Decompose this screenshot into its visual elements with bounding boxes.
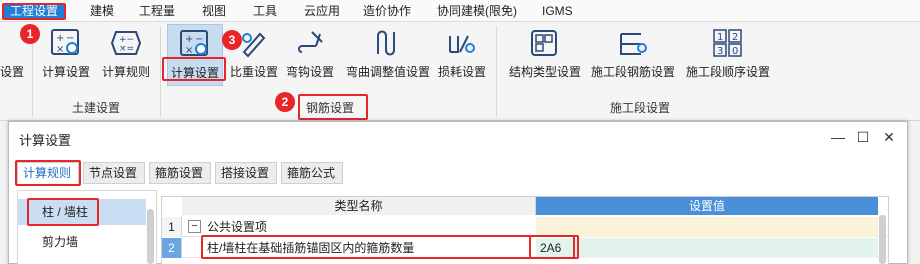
civil-calc-settings-label: 计算设置: [41, 65, 90, 79]
section-rebar-settings-button[interactable]: 施工段钢筋设置: [588, 24, 678, 86]
section-order-label: 施工段顺序设置: [685, 65, 770, 79]
civil-group-label: 土建设置: [72, 101, 121, 115]
menu-view[interactable]: 视图: [196, 3, 232, 20]
row-number: 2: [162, 238, 182, 258]
weight-settings-label: 比重设置: [229, 65, 278, 79]
structure-type-label: 结构类型设置: [508, 65, 581, 79]
row-name: 公共设置项: [207, 220, 268, 234]
section-rebar-icon: [620, 33, 647, 55]
svg-text:×=: ×=: [119, 44, 134, 54]
bend-adjust-label: 弯曲调整值设置: [345, 65, 430, 79]
order-digit: 1: [717, 32, 723, 43]
structure-type-settings-button[interactable]: 结构类型设置: [506, 24, 584, 86]
highlight-box: [529, 235, 579, 259]
hook-settings-button[interactable]: 弯钩设置: [282, 24, 338, 86]
close-icon[interactable]: ✕: [878, 128, 900, 146]
menu-engineering-settings[interactable]: 工程设置: [2, 3, 67, 20]
step-badge-1: 1: [20, 24, 40, 44]
tab-lap-settings[interactable]: 搭接设置: [215, 162, 277, 184]
tab-node-settings[interactable]: 节点设置: [83, 162, 145, 184]
ribbon: 设置 + − × 计算设置 +− ×= 计算规则 土建设置 + − × 计算设置: [0, 22, 920, 121]
bend-adjust-button[interactable]: 弯曲调整值设置: [342, 24, 434, 86]
step-badge-2: 2: [275, 92, 295, 112]
numbered-grid-icon: 1 2 3 0: [713, 29, 742, 57]
menu-igms[interactable]: IGMS: [536, 3, 579, 20]
rules-icon: +− ×=: [110, 31, 142, 55]
step-badge-3: 3: [222, 30, 242, 50]
menu-tools[interactable]: 工具: [247, 3, 283, 20]
order-digit: 3: [717, 46, 723, 57]
menu-modeling[interactable]: 建模: [84, 3, 120, 20]
ribbon-partial-label: 设置: [0, 65, 24, 79]
section-order-settings-button[interactable]: 1 2 3 0 施工段顺序设置: [682, 24, 774, 86]
list-item-shear-wall[interactable]: 剪力墙: [18, 229, 146, 255]
civil-calc-rules-label: 计算规则: [101, 65, 150, 79]
dialog-title: 计算设置: [19, 133, 72, 148]
svg-text:×: ×: [185, 45, 193, 56]
calculator-gear-icon: + − ×: [51, 29, 79, 55]
highlight-box: [201, 235, 575, 259]
group-divider: [496, 26, 497, 116]
row-value[interactable]: [536, 217, 878, 237]
collapse-toggle-icon[interactable]: −: [188, 220, 201, 233]
order-digit: 2: [732, 32, 738, 43]
minimize-icon[interactable]: —: [827, 128, 849, 146]
pencil-gear-icon: [242, 32, 266, 58]
highlight-box: [298, 94, 368, 120]
table-row[interactable]: 1 − 公共设置项: [162, 217, 888, 237]
grid-scrollbar[interactable]: [879, 215, 886, 264]
tab-stirrup-settings[interactable]: 箍筋设置: [149, 162, 211, 184]
hook-settings-label: 弯钩设置: [285, 65, 334, 79]
column-header-setting-value: 设置值: [536, 197, 878, 215]
menu-cloud[interactable]: 云应用: [298, 3, 346, 20]
svg-text:+: +: [56, 33, 64, 44]
section-rebar-label: 施工段钢筋设置: [590, 65, 675, 79]
menu-co-modeling[interactable]: 协同建模(限免): [431, 3, 523, 20]
menu-cost-collab[interactable]: 造价协作: [357, 3, 417, 20]
row-number: 1: [162, 217, 182, 237]
structure-grid-icon: [531, 30, 557, 56]
construction-group-label: 施工段设置: [610, 101, 671, 115]
column-header-type-name: 类型名称: [182, 197, 536, 215]
highlight-box: [15, 160, 81, 186]
row-value-input[interactable]: 2A6: [536, 238, 878, 258]
svg-text:+: +: [185, 34, 193, 45]
highlight-box: [162, 57, 226, 81]
svg-text:×: ×: [56, 44, 64, 55]
civil-calc-rules-button[interactable]: +− ×= 计算规则: [98, 24, 154, 86]
calc-settings-dialog: 计算设置 — ☐ ✕ 计算规则 节点设置 箍筋设置 搭接设置 箍筋公式 柱 / …: [8, 121, 908, 264]
order-digit: 0: [732, 46, 738, 57]
calculator-gear-icon: + − ×: [180, 30, 208, 56]
list-scrollbar[interactable]: [147, 209, 154, 264]
hook-icon: [298, 31, 323, 53]
menu-bar: 工程设置 建模 工程量 视图 工具 云应用 造价协作 协同建模(限免) IGMS: [0, 0, 920, 22]
bend-icon: [377, 30, 395, 56]
civil-calc-settings-button[interactable]: + − × 计算设置: [40, 24, 92, 86]
menu-quantities[interactable]: 工程量: [133, 3, 181, 20]
loss-settings-button[interactable]: 损耗设置: [436, 24, 488, 86]
group-divider: [160, 26, 161, 116]
tab-stirrup-formula[interactable]: 箍筋公式: [281, 162, 343, 184]
loss-settings-label: 损耗设置: [437, 65, 486, 79]
highlight-box: [27, 198, 99, 226]
maximize-icon[interactable]: ☐: [852, 128, 874, 146]
loss-icon: [449, 35, 475, 53]
